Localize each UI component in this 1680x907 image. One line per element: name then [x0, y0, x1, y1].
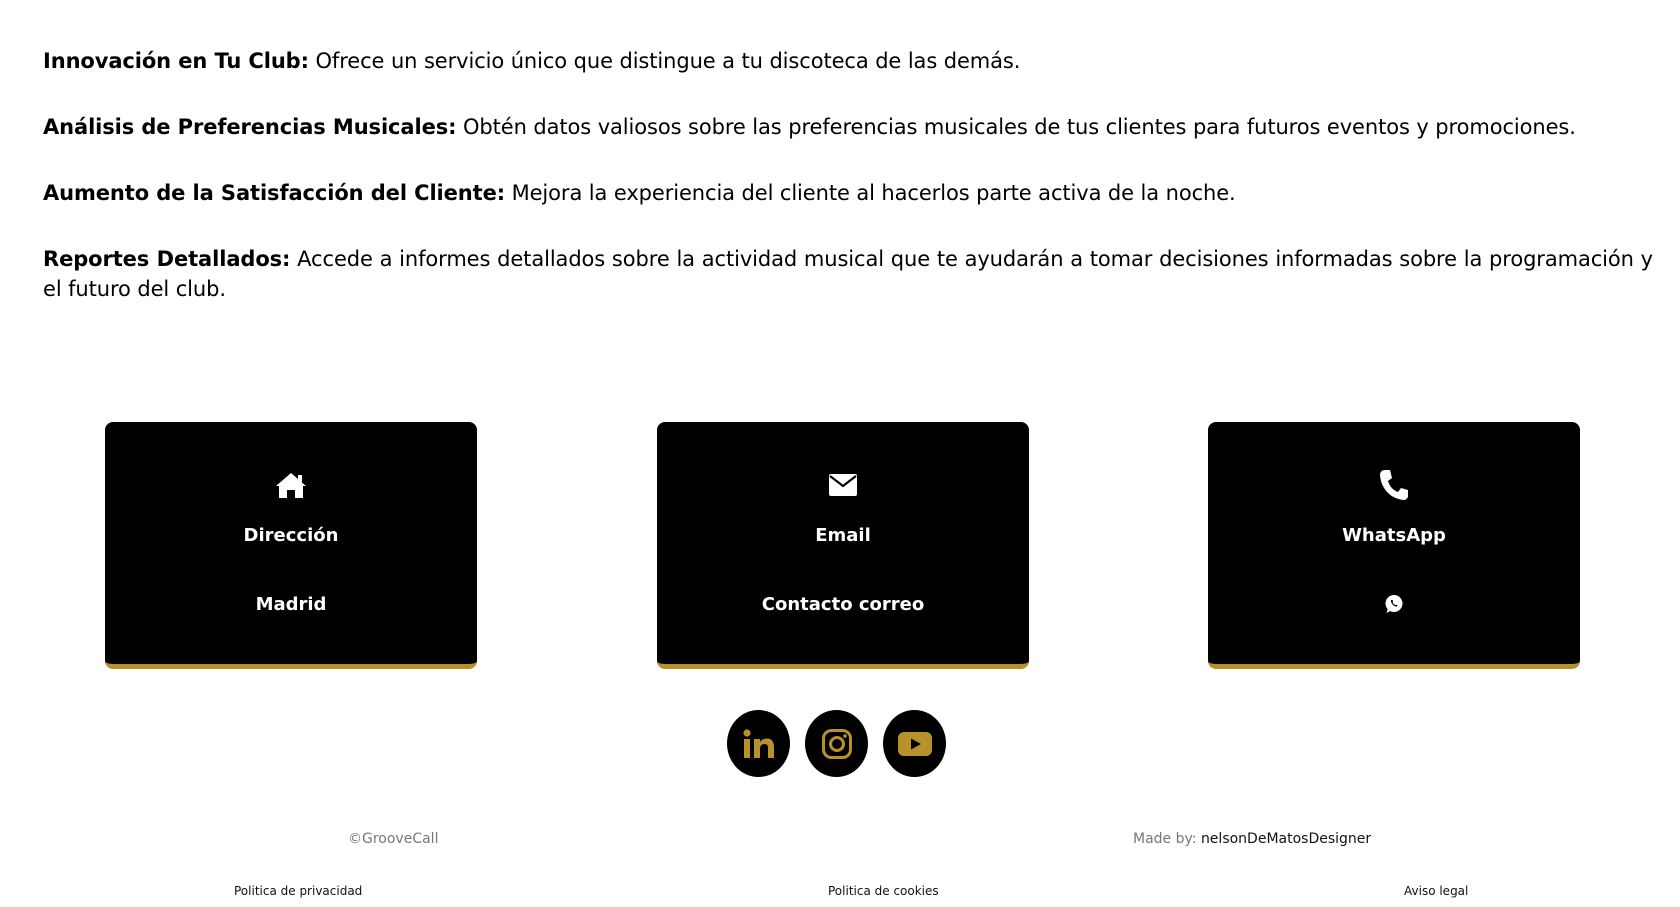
privacy-policy-link[interactable]: Politica de privacidad	[234, 884, 362, 898]
feature-analisis: Análisis de Preferencias Musicales: Obté…	[43, 112, 1653, 142]
cookie-policy-link[interactable]: Politica de cookies	[828, 884, 939, 898]
address-card[interactable]: Dirección Madrid	[105, 422, 477, 669]
home-icon	[105, 467, 477, 503]
youtube-icon[interactable]	[883, 710, 946, 777]
feature-title: Análisis de Preferencias Musicales:	[43, 115, 457, 139]
features-list: Innovación en Tu Club: Ofrece un servici…	[43, 46, 1653, 340]
feature-text: Mejora la experiencia del cliente al hac…	[505, 181, 1236, 205]
copyright-text: ©GrooveCall	[348, 831, 439, 847]
whatsapp-title: WhatsApp	[1342, 525, 1446, 546]
feature-text: Obtén datos valiosos sobre las preferenc…	[456, 115, 1576, 139]
whatsapp-icon[interactable]	[1208, 592, 1580, 616]
made-by: Made by: nelsonDeMatosDesigner	[1133, 831, 1371, 847]
linkedin-icon[interactable]	[727, 710, 790, 777]
feature-reportes: Reportes Detallados: Accede a informes d…	[43, 244, 1653, 304]
feature-text: Ofrece un servicio único que distingue a…	[308, 49, 1021, 73]
feature-title: Aumento de la Satisfacción del Cliente:	[43, 181, 506, 205]
feature-innovacion: Innovación en Tu Club: Ofrece un servici…	[43, 46, 1653, 76]
phone-icon	[1208, 467, 1580, 503]
email-value: Contacto correo	[761, 594, 925, 615]
envelope-icon	[657, 467, 1029, 503]
instagram-icon[interactable]	[805, 710, 868, 777]
email-card[interactable]: Email Contacto correo	[657, 422, 1029, 669]
made-by-label: Made by:	[1133, 831, 1201, 847]
whatsapp-card[interactable]: WhatsApp	[1208, 422, 1580, 669]
feature-title: Reportes Detallados:	[43, 247, 291, 271]
legal-notice-link[interactable]: Aviso legal	[1404, 884, 1468, 898]
social-links	[727, 710, 947, 778]
address-value: Madrid	[255, 594, 327, 615]
feature-title: Innovación en Tu Club:	[43, 49, 309, 73]
feature-satisfaccion: Aumento de la Satisfacción del Cliente: …	[43, 178, 1653, 208]
address-title: Dirección	[243, 525, 339, 546]
contact-cards: Dirección Madrid Email Contacto correo W…	[0, 422, 1680, 669]
made-by-link[interactable]: nelsonDeMatosDesigner	[1201, 831, 1371, 847]
email-title: Email	[815, 525, 871, 546]
